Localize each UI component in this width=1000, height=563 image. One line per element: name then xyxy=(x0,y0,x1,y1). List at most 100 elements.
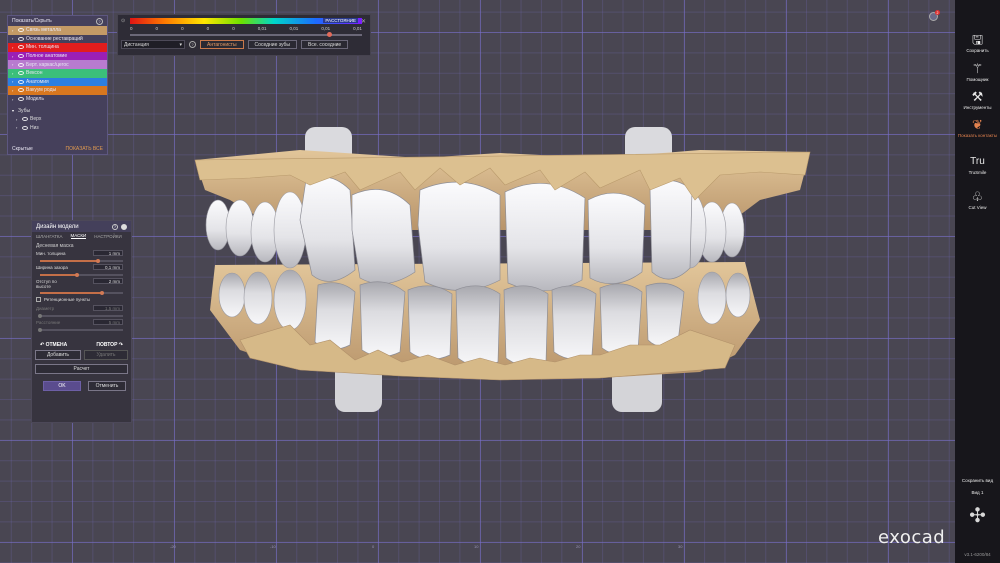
layer-label: Связь металла xyxy=(26,27,61,34)
scale-tick-label: 0 xyxy=(130,26,133,31)
slider-track[interactable] xyxy=(40,272,123,277)
eye-icon[interactable] xyxy=(18,62,24,67)
ok-button[interactable]: OK xyxy=(43,381,81,391)
distance-mode-select[interactable]: Дистанция ▾ xyxy=(121,40,185,49)
show-all-button[interactable]: ПОКАЗАТЬ ВСЕ xyxy=(66,146,103,152)
cancel-button[interactable]: Отменить xyxy=(88,381,126,391)
slider-track[interactable] xyxy=(40,290,123,295)
distance-target-button[interactable]: Соседние зубы xyxy=(247,40,298,49)
layer-item[interactable]: › Полное анатомие xyxy=(8,51,107,61)
chevron-right-icon[interactable]: › xyxy=(12,45,16,50)
panel-tab[interactable]: НАСТРОЙКИ xyxy=(94,234,122,239)
chevron-right-icon[interactable]: › xyxy=(12,88,16,93)
distance-target-button[interactable]: Все. соседние xyxy=(301,40,349,49)
layer-item-upper[interactable]: › Верх xyxy=(8,115,107,124)
add-button[interactable]: Добавить xyxy=(35,350,81,360)
close-icon[interactable]: ✕ xyxy=(361,18,366,25)
show-contacts-tool[interactable]: ❦ Показать контакты xyxy=(955,118,1000,138)
eye-icon[interactable] xyxy=(18,79,24,84)
layer-item[interactable]: › Вакуум роды xyxy=(8,86,107,95)
eye-icon[interactable] xyxy=(18,97,24,102)
chevron-right-icon[interactable]: › xyxy=(12,97,16,102)
eye-icon[interactable] xyxy=(18,36,24,41)
distance-target-button[interactable]: Антагонисты xyxy=(200,40,244,49)
layer-item[interactable]: › Основание реставраций xyxy=(8,34,107,44)
layer-item[interactable]: › Анатомия xyxy=(8,77,107,87)
parameter-value-input[interactable]: 1,5 mm xyxy=(93,305,123,311)
slider-handle[interactable] xyxy=(96,258,101,263)
help-icon[interactable]: ? xyxy=(112,223,118,230)
slider-handle[interactable] xyxy=(38,327,42,332)
tool-label: Показать контакты xyxy=(957,133,998,138)
eye-icon[interactable] xyxy=(22,125,28,130)
trusmile-tool[interactable]: Tru TruSmile xyxy=(955,155,1000,175)
parameter-slider[interactable]: Диаметр 1,5 mm xyxy=(32,304,131,318)
eye-icon[interactable] xyxy=(18,88,24,93)
layer-item[interactable]: › Модель xyxy=(8,94,107,104)
eye-icon[interactable] xyxy=(18,45,24,50)
wizard-tool[interactable]: ⚚ Помощник xyxy=(955,62,1000,82)
slider-handle[interactable] xyxy=(75,272,80,277)
3d-viewport[interactable]: -20 -10 0 10 20 30 xyxy=(0,0,955,563)
contacts-tooth-icon: ❦ xyxy=(972,117,983,132)
cut-view-tool[interactable]: ♧ Cut View xyxy=(955,190,1000,210)
svg-text:10: 10 xyxy=(474,544,479,549)
slider-handle[interactable] xyxy=(100,290,105,295)
tools-icon: ⚒ xyxy=(971,89,984,104)
parameter-value-input[interactable]: 2 mm xyxy=(93,278,123,284)
hidden-items-toggle[interactable]: Скрытые xyxy=(12,146,33,152)
parameter-slider[interactable]: Отступ по высоте 2 mm xyxy=(32,277,131,295)
layer-item[interactable]: › Вексон xyxy=(8,68,107,78)
parameter-slider[interactable]: Расстояние 5 mm xyxy=(32,318,131,332)
slider-track[interactable] xyxy=(38,313,123,318)
pin-icon[interactable]: ⊙ xyxy=(121,18,125,24)
slider-track[interactable] xyxy=(38,327,123,332)
retention-points-checkbox[interactable]: Ретенционные пункты xyxy=(32,295,131,304)
eye-icon[interactable] xyxy=(22,117,28,122)
show-hide-header[interactable]: Показать/Скрыть ? xyxy=(8,16,107,26)
panel-tab[interactable]: МАСКИ xyxy=(70,233,87,239)
layer-item[interactable]: › Мин. толщина xyxy=(8,43,107,52)
chevron-right-icon[interactable]: › xyxy=(12,71,16,76)
view-cube-icon[interactable]: ✣ xyxy=(955,503,1000,528)
parameter-slider[interactable]: Мин. толщина 1 mm xyxy=(32,249,131,263)
checkbox-box[interactable] xyxy=(36,297,41,302)
chevron-right-icon[interactable]: › xyxy=(12,79,16,84)
help-icon[interactable]: ? xyxy=(189,41,196,48)
eye-icon[interactable] xyxy=(18,54,24,59)
parameter-slider[interactable]: Ширина зазора 0,1 mm xyxy=(32,263,131,277)
delete-button[interactable]: Удалить xyxy=(83,350,128,360)
chevron-down-icon[interactable]: ▾ xyxy=(12,108,16,113)
slider-handle[interactable] xyxy=(327,32,333,37)
chevron-right-icon[interactable]: › xyxy=(12,28,16,33)
layer-group-teeth[interactable]: ▾ Зубы xyxy=(8,106,107,115)
tools-tool[interactable]: ⚒ Инструменты xyxy=(955,90,1000,110)
save-tool[interactable]: 🖫 Сохранить xyxy=(955,33,1000,53)
dental-model-3d[interactable]: -20 -10 0 10 20 30 xyxy=(0,0,955,563)
panel-tab[interactable]: ШЛАНГАТКА xyxy=(36,234,63,239)
slider-track[interactable] xyxy=(40,258,123,263)
chevron-right-icon[interactable]: › xyxy=(12,36,16,41)
layer-item[interactable]: › Берт. каркас/цегос xyxy=(8,60,107,69)
chevron-right-icon[interactable]: › xyxy=(12,62,16,67)
slider-handle[interactable] xyxy=(38,313,42,318)
undo-button[interactable]: ↶ ОТМЕНА xyxy=(40,342,67,348)
calculate-button[interactable]: Расчет xyxy=(35,364,128,374)
settings-gear-icon[interactable] xyxy=(121,223,127,230)
parameter-value-input[interactable]: 1 mm xyxy=(93,250,123,256)
notifications-icon[interactable]: 2 xyxy=(929,10,940,21)
layer-item-lower[interactable]: › Низ xyxy=(8,124,107,133)
help-icon[interactable]: ? xyxy=(96,17,103,25)
redo-button[interactable]: ПОВТОР ↷ xyxy=(96,342,123,348)
show-hide-title: Показать/Скрыть xyxy=(12,18,52,24)
chevron-right-icon[interactable]: › xyxy=(16,117,20,122)
chevron-right-icon[interactable]: › xyxy=(16,125,20,130)
slider-fill xyxy=(40,274,78,276)
parameter-value-input[interactable]: 5 mm xyxy=(93,319,123,325)
eye-icon[interactable] xyxy=(18,28,24,33)
chevron-right-icon[interactable]: › xyxy=(12,54,16,59)
parameter-value-input[interactable]: 0,1 mm xyxy=(93,264,123,270)
layer-item[interactable]: › Связь металла xyxy=(8,26,107,35)
save-view-button[interactable]: Сохранить вид xyxy=(955,478,1000,483)
eye-icon[interactable] xyxy=(18,71,24,76)
